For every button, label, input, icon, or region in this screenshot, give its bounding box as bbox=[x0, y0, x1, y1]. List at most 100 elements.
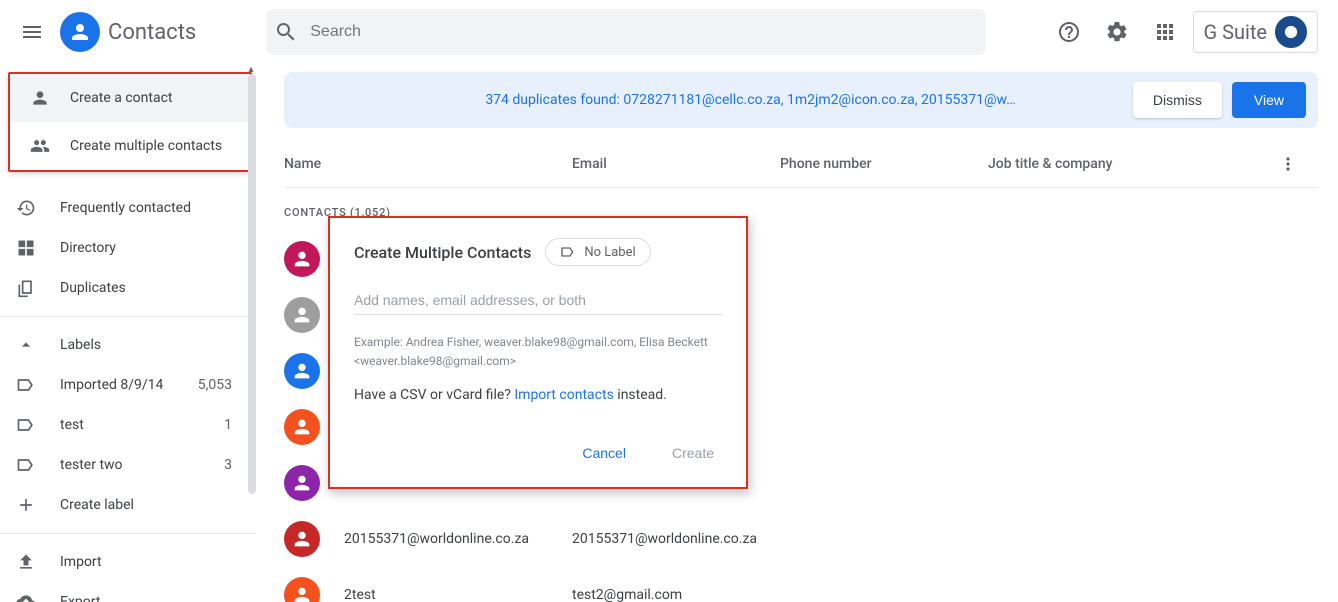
main-menu-button[interactable] bbox=[8, 8, 56, 56]
label-selector[interactable]: No Label bbox=[545, 238, 650, 266]
example-text: Example: Andrea Fisher, weaver.blake98@g… bbox=[354, 333, 722, 371]
nav-duplicates-label: Duplicates bbox=[60, 280, 126, 296]
gsuite-badge[interactable]: G Suite bbox=[1193, 11, 1319, 53]
nav-export-label: Export bbox=[60, 594, 100, 602]
plus-icon bbox=[16, 495, 36, 515]
label-count: 1 bbox=[224, 417, 240, 433]
contact-name: 2test bbox=[344, 587, 572, 602]
labels-header[interactable]: Labels bbox=[0, 325, 256, 365]
dismiss-button[interactable]: Dismiss bbox=[1133, 82, 1222, 118]
contact-email: test2@gmail.com bbox=[572, 587, 860, 602]
help-button[interactable] bbox=[1049, 12, 1089, 52]
column-headers: Name Email Phone number Job title & comp… bbox=[284, 140, 1318, 188]
apps-button[interactable] bbox=[1145, 12, 1185, 52]
gear-icon bbox=[1105, 20, 1129, 44]
contact-avatar bbox=[284, 409, 320, 445]
upload-icon bbox=[16, 552, 36, 572]
help-icon bbox=[1057, 20, 1081, 44]
create-label-button[interactable]: Create label bbox=[0, 485, 256, 525]
gsuite-label: G Suite bbox=[1204, 20, 1268, 44]
divider bbox=[0, 533, 256, 534]
search-input[interactable] bbox=[310, 23, 978, 41]
create-multiple-item[interactable]: Create multiple contacts bbox=[10, 122, 250, 170]
nav-frequently-label: Frequently contacted bbox=[60, 200, 191, 216]
dialog-title: Create Multiple Contacts bbox=[354, 243, 531, 262]
more-vert-icon bbox=[1278, 154, 1298, 174]
label-name: tester two bbox=[60, 457, 123, 473]
contact-name: 20155371@worldonline.co.za bbox=[344, 531, 572, 547]
names-input[interactable] bbox=[354, 286, 722, 315]
contact-avatar bbox=[284, 353, 320, 389]
sidebar-scrollbar[interactable]: ▴ bbox=[246, 64, 256, 602]
nav-frequently-contacted[interactable]: Frequently contacted bbox=[0, 188, 256, 228]
label-count: 3 bbox=[224, 457, 240, 473]
app-header: Contacts G Suite bbox=[0, 0, 1338, 64]
nav-directory-label: Directory bbox=[60, 240, 116, 256]
create-multiple-dialog: Create Multiple Contacts No Label Exampl… bbox=[328, 216, 748, 489]
create-label-text: Create label bbox=[60, 497, 134, 513]
create-multiple-label: Create multiple contacts bbox=[70, 138, 222, 154]
col-email: Email bbox=[572, 156, 780, 172]
sidebar: ▴ Create a contact Create multiple conta… bbox=[0, 64, 256, 602]
contact-avatar bbox=[284, 521, 320, 557]
label-icon bbox=[16, 375, 36, 395]
label-item-0[interactable]: Imported 8/9/14 5,053 bbox=[0, 365, 256, 405]
people-add-icon bbox=[30, 136, 50, 156]
contact-email: 20155371@worldonline.co.za bbox=[572, 531, 860, 547]
banner-text: 374 duplicates found: 0728271181@cellc.c… bbox=[308, 92, 1133, 108]
label-icon bbox=[560, 244, 576, 260]
label-item-1[interactable]: test 1 bbox=[0, 405, 256, 445]
cancel-button[interactable]: Cancel bbox=[574, 437, 634, 469]
list-settings-button[interactable] bbox=[1278, 154, 1318, 174]
apps-grid-icon bbox=[1153, 20, 1177, 44]
person-icon bbox=[68, 20, 92, 44]
view-button[interactable]: View bbox=[1232, 82, 1306, 118]
search-icon bbox=[274, 20, 298, 44]
col-phone: Phone number bbox=[780, 156, 988, 172]
col-name: Name bbox=[284, 156, 572, 172]
account-avatar[interactable] bbox=[1275, 16, 1307, 48]
csv-suffix: instead. bbox=[614, 387, 667, 403]
nav-directory[interactable]: Directory bbox=[0, 228, 256, 268]
history-icon bbox=[16, 198, 36, 218]
label-count: 5,053 bbox=[198, 377, 240, 393]
contact-row[interactable]: 20155371@worldonline.co.za 20155371@worl… bbox=[284, 511, 1318, 567]
label-name: test bbox=[60, 417, 84, 433]
duplicates-banner: 374 duplicates found: 0728271181@cellc.c… bbox=[284, 72, 1318, 128]
label-chip-text: No Label bbox=[584, 245, 635, 260]
chevron-up-icon bbox=[16, 335, 36, 355]
create-contact-label: Create a contact bbox=[70, 90, 172, 106]
create-contact-menu: Create a contact Create multiple contact… bbox=[8, 72, 252, 172]
divider bbox=[0, 316, 256, 317]
contact-avatar bbox=[284, 465, 320, 501]
contacts-logo bbox=[60, 12, 100, 52]
import-contacts-link[interactable]: Import contacts bbox=[514, 387, 613, 403]
duplicates-icon bbox=[16, 278, 36, 298]
labels-header-text: Labels bbox=[60, 337, 101, 353]
directory-icon bbox=[16, 238, 36, 258]
scroll-up-arrow[interactable]: ▴ bbox=[246, 64, 256, 74]
contact-avatar bbox=[284, 577, 320, 602]
label-icon bbox=[16, 455, 36, 475]
nav-import[interactable]: Import bbox=[0, 542, 256, 582]
cloud-upload-icon bbox=[16, 592, 36, 602]
nav-duplicates[interactable]: Duplicates bbox=[0, 268, 256, 308]
csv-prefix: Have a CSV or vCard file? bbox=[354, 387, 514, 403]
nav-import-label: Import bbox=[60, 554, 102, 570]
col-job: Job title & company bbox=[988, 156, 1278, 172]
label-icon bbox=[16, 415, 36, 435]
create-button[interactable]: Create bbox=[664, 437, 722, 469]
scrollbar-thumb[interactable] bbox=[248, 74, 256, 494]
create-contact-item[interactable]: Create a contact bbox=[10, 74, 250, 122]
app-title: Contacts bbox=[108, 20, 196, 45]
search-bar[interactable] bbox=[266, 9, 986, 55]
label-item-2[interactable]: tester two 3 bbox=[0, 445, 256, 485]
main-content: 374 duplicates found: 0728271181@cellc.c… bbox=[256, 64, 1338, 602]
hamburger-icon bbox=[20, 20, 44, 44]
header-actions: G Suite bbox=[1049, 11, 1331, 53]
nav-export[interactable]: Export bbox=[0, 582, 256, 602]
person-add-icon bbox=[30, 88, 50, 108]
contact-row[interactable]: 2test test2@gmail.com bbox=[284, 567, 1318, 602]
label-name: Imported 8/9/14 bbox=[60, 377, 163, 393]
settings-button[interactable] bbox=[1097, 12, 1137, 52]
